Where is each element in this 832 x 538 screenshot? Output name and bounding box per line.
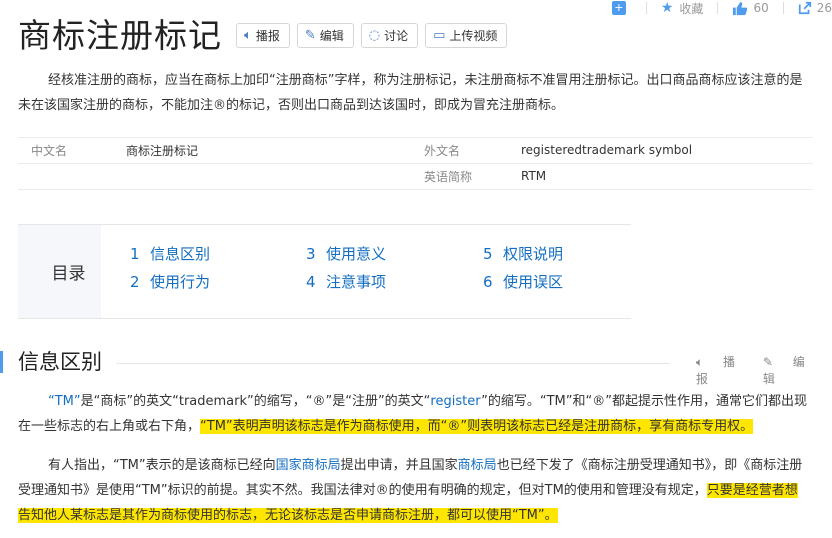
section-accent-bar	[0, 351, 3, 373]
upload-video-label: 上传视频	[449, 29, 498, 43]
toc-item[interactable]: 3 使用意义	[306, 243, 386, 264]
title-toolbar: 🔈︎ 播报 ✎ 编辑 ◌ 讨论 ▭ 上传视频	[236, 23, 514, 48]
info-value: registeredtrademark symbol	[521, 143, 693, 157]
link-register[interactable]: register	[430, 394, 481, 409]
toc-item[interactable]: 5 权限说明	[483, 243, 563, 264]
speaker-icon: 🔈︎	[696, 355, 708, 369]
like-count: 60	[753, 1, 769, 15]
link-trademark-office[interactable]: 商标局	[458, 458, 497, 473]
toc-number: 6	[483, 273, 493, 291]
info-row: 中文名 商标注册标记 外文名 registeredtrademark symbo…	[18, 137, 813, 163]
info-value: 商标注册标记	[126, 143, 199, 158]
video-icon: ▭	[433, 28, 446, 43]
share-icon	[798, 1, 811, 15]
star-icon: ★	[660, 0, 674, 16]
broadcast-button[interactable]: 🔈︎ 播报	[236, 23, 290, 48]
pen-icon: ✎	[762, 355, 777, 369]
divider	[717, 2, 719, 14]
toc-label: 目录	[18, 225, 101, 318]
edit-label: 编辑	[319, 29, 344, 43]
upload-video-button[interactable]: ▭ 上传视频	[425, 23, 508, 48]
toc-number: 1	[130, 245, 140, 263]
speaker-icon: 🔈︎	[244, 28, 252, 43]
toc-text: 使用意义	[326, 245, 387, 263]
divider	[18, 189, 813, 190]
toc-item[interactable]: 1 信息区别	[130, 243, 210, 264]
broadcast-label: 播报	[255, 29, 280, 43]
info-value: RTM	[521, 169, 547, 183]
toc-text: 信息区别	[150, 245, 211, 263]
collect-button[interactable]: ★ 收藏	[661, 0, 704, 17]
toc-text: 使用误区	[503, 273, 564, 291]
edit-button[interactable]: ✎ 编辑	[296, 23, 354, 48]
section-title: 信息区别	[18, 350, 102, 374]
link-national-trademark-office[interactable]: 国家商标局	[276, 458, 341, 473]
chat-icon: ◌	[368, 28, 381, 43]
discuss-button[interactable]: ◌ 讨论	[360, 23, 419, 48]
top-action-bar: + ★ 收藏 60 26	[598, 0, 832, 16]
text-span: 提出申请，并且国家	[340, 458, 458, 473]
plus-icon: +	[611, 1, 626, 15]
page-title: 商标注册标记	[18, 16, 222, 55]
toc-text: 使用行为	[150, 273, 211, 291]
info-key: 中文名	[31, 143, 68, 158]
toc-text: 注意事项	[326, 273, 387, 291]
highlighted-text: “TM”表明声明该标志是作为商标使用，而“®”则表明该标志已经是注册商标，享有商…	[200, 419, 754, 434]
text-span: 有人指出，“TM”表示的是该商标已经向	[48, 458, 276, 473]
toc-number: 2	[130, 273, 140, 291]
toc-item[interactable]: 6 使用误区	[483, 271, 563, 292]
add-button[interactable]: +	[611, 1, 632, 15]
text-span: 是“商标”的英文“trademark”的缩写，“®”是“注册”的英文“	[80, 394, 431, 409]
toc-item[interactable]: 2 使用行为	[130, 271, 210, 292]
paragraph: 有人指出，“TM”表示的是该商标已经向国家商标局提出申请，并且国家商标局也已经下…	[18, 453, 808, 528]
pen-icon: ✎	[304, 28, 316, 43]
info-row: 英语简称 RTM	[18, 163, 813, 189]
toc-text: 权限说明	[503, 245, 564, 263]
section-tools: 🔈︎ 播报 ✎ 编辑	[696, 353, 832, 387]
discuss-label: 讨论	[384, 29, 409, 43]
table-of-contents: 目录 1 信息区别 2 使用行为 3 使用意义 4 注意事项 5 权限说明 6 使用误区	[18, 224, 631, 319]
like-button[interactable]: 60	[732, 1, 769, 16]
lead-summary: 经核准注册的商标，应当在商标上加印“注册商标”字样，称为注册标记，未注册商标不准…	[18, 73, 803, 113]
paragraph: “TM”是“商标”的英文“trademark”的缩写，“®”是“注册”的英文“r…	[18, 389, 808, 439]
thumbs-up-icon	[733, 1, 748, 15]
toc-item[interactable]: 4 注意事项	[306, 271, 386, 292]
section-edit-button[interactable]: ✎ 编辑	[763, 353, 816, 387]
toc-number: 5	[483, 245, 493, 263]
divider	[116, 363, 670, 364]
collect-label: 收藏	[679, 1, 704, 16]
toc-number: 4	[306, 273, 316, 291]
divider	[645, 2, 647, 14]
toc-number: 3	[306, 245, 316, 263]
share-count: 26	[816, 1, 832, 15]
link-tm[interactable]: “TM”	[48, 394, 81, 409]
share-button[interactable]: 26	[798, 1, 832, 15]
info-key: 英语简称	[424, 169, 473, 184]
section-broadcast-button[interactable]: 🔈︎ 播报	[696, 353, 747, 387]
divider	[782, 2, 784, 14]
basic-info-table: 中文名 商标注册标记 外文名 registeredtrademark symbo…	[18, 137, 813, 190]
info-key: 外文名	[424, 143, 461, 158]
